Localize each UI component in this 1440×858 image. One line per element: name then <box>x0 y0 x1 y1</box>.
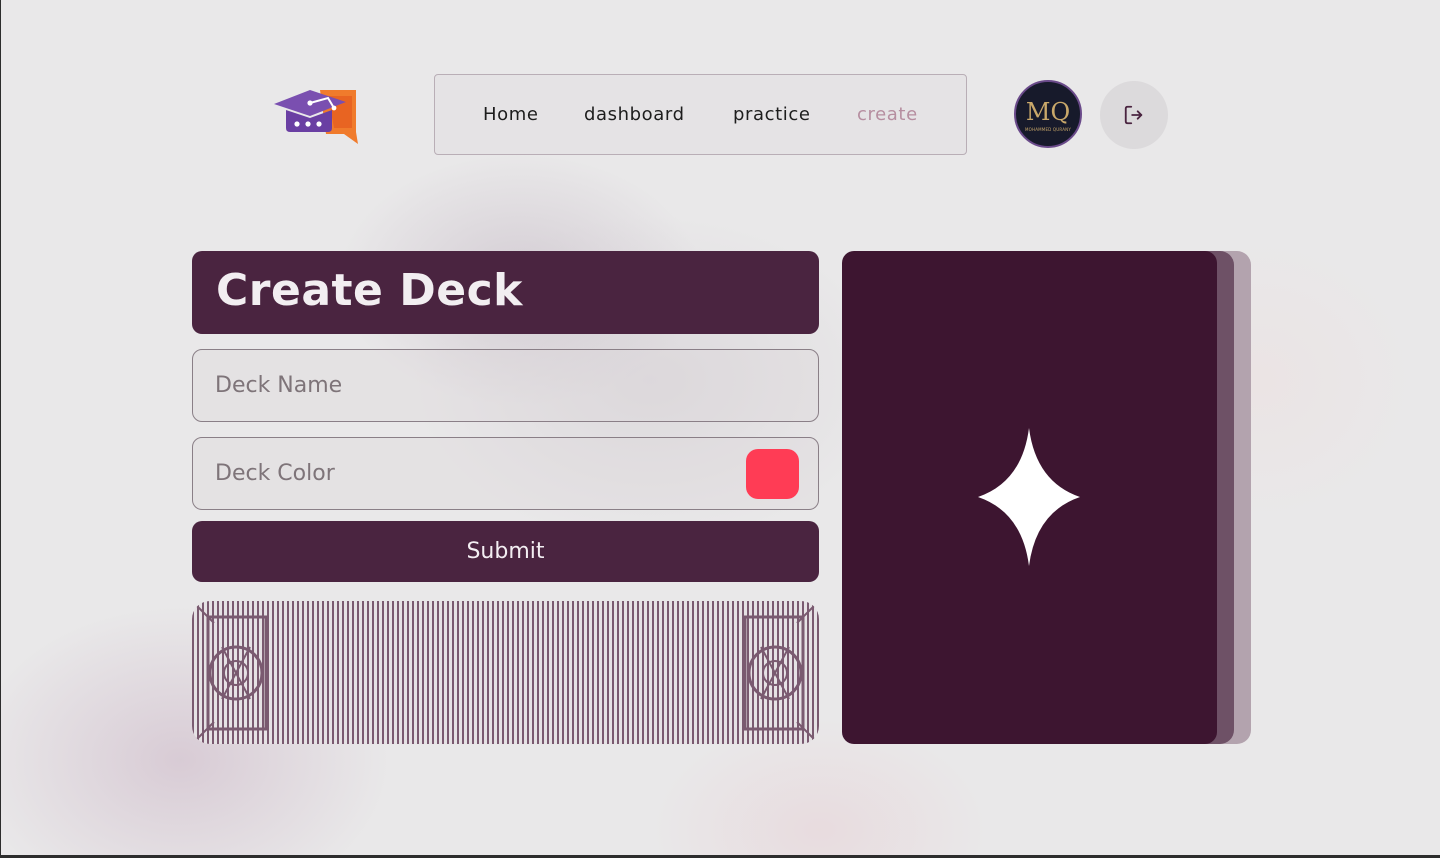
logout-button[interactable] <box>1100 81 1168 149</box>
ornament-right-icon <box>743 602 818 743</box>
logout-icon <box>1124 105 1143 125</box>
page-title: Create Deck <box>216 265 523 316</box>
main-nav: Home dashboard practice create <box>434 74 967 155</box>
deck-name-field <box>192 349 819 422</box>
color-picker-swatch[interactable] <box>746 449 799 499</box>
deck-color-input[interactable] <box>193 438 818 509</box>
nav-item-home[interactable]: Home <box>483 104 539 125</box>
nav-item-practice[interactable]: practice <box>733 104 811 125</box>
user-avatar[interactable]: MQ MOHAMMED QURANY <box>1014 80 1082 148</box>
submit-button[interactable]: Submit <box>192 521 819 582</box>
sparkle-icon <box>978 428 1080 566</box>
nav-item-create[interactable]: create <box>857 104 918 125</box>
avatar-initials: MQ <box>1025 98 1071 126</box>
deck-name-input[interactable] <box>193 350 818 421</box>
decorative-pattern <box>192 601 819 744</box>
avatar-caption: MOHAMMED QURANY <box>1025 127 1071 132</box>
ornament-left-icon <box>193 602 268 743</box>
deck-color-field <box>192 437 819 510</box>
window-edge-left <box>0 0 1 858</box>
deck-preview-card <box>842 251 1217 744</box>
nav-item-dashboard[interactable]: dashboard <box>584 104 685 125</box>
graduation-cap-chat-logo-icon <box>274 90 358 144</box>
create-deck-header: Create Deck <box>192 251 819 334</box>
app-logo[interactable] <box>272 86 360 146</box>
